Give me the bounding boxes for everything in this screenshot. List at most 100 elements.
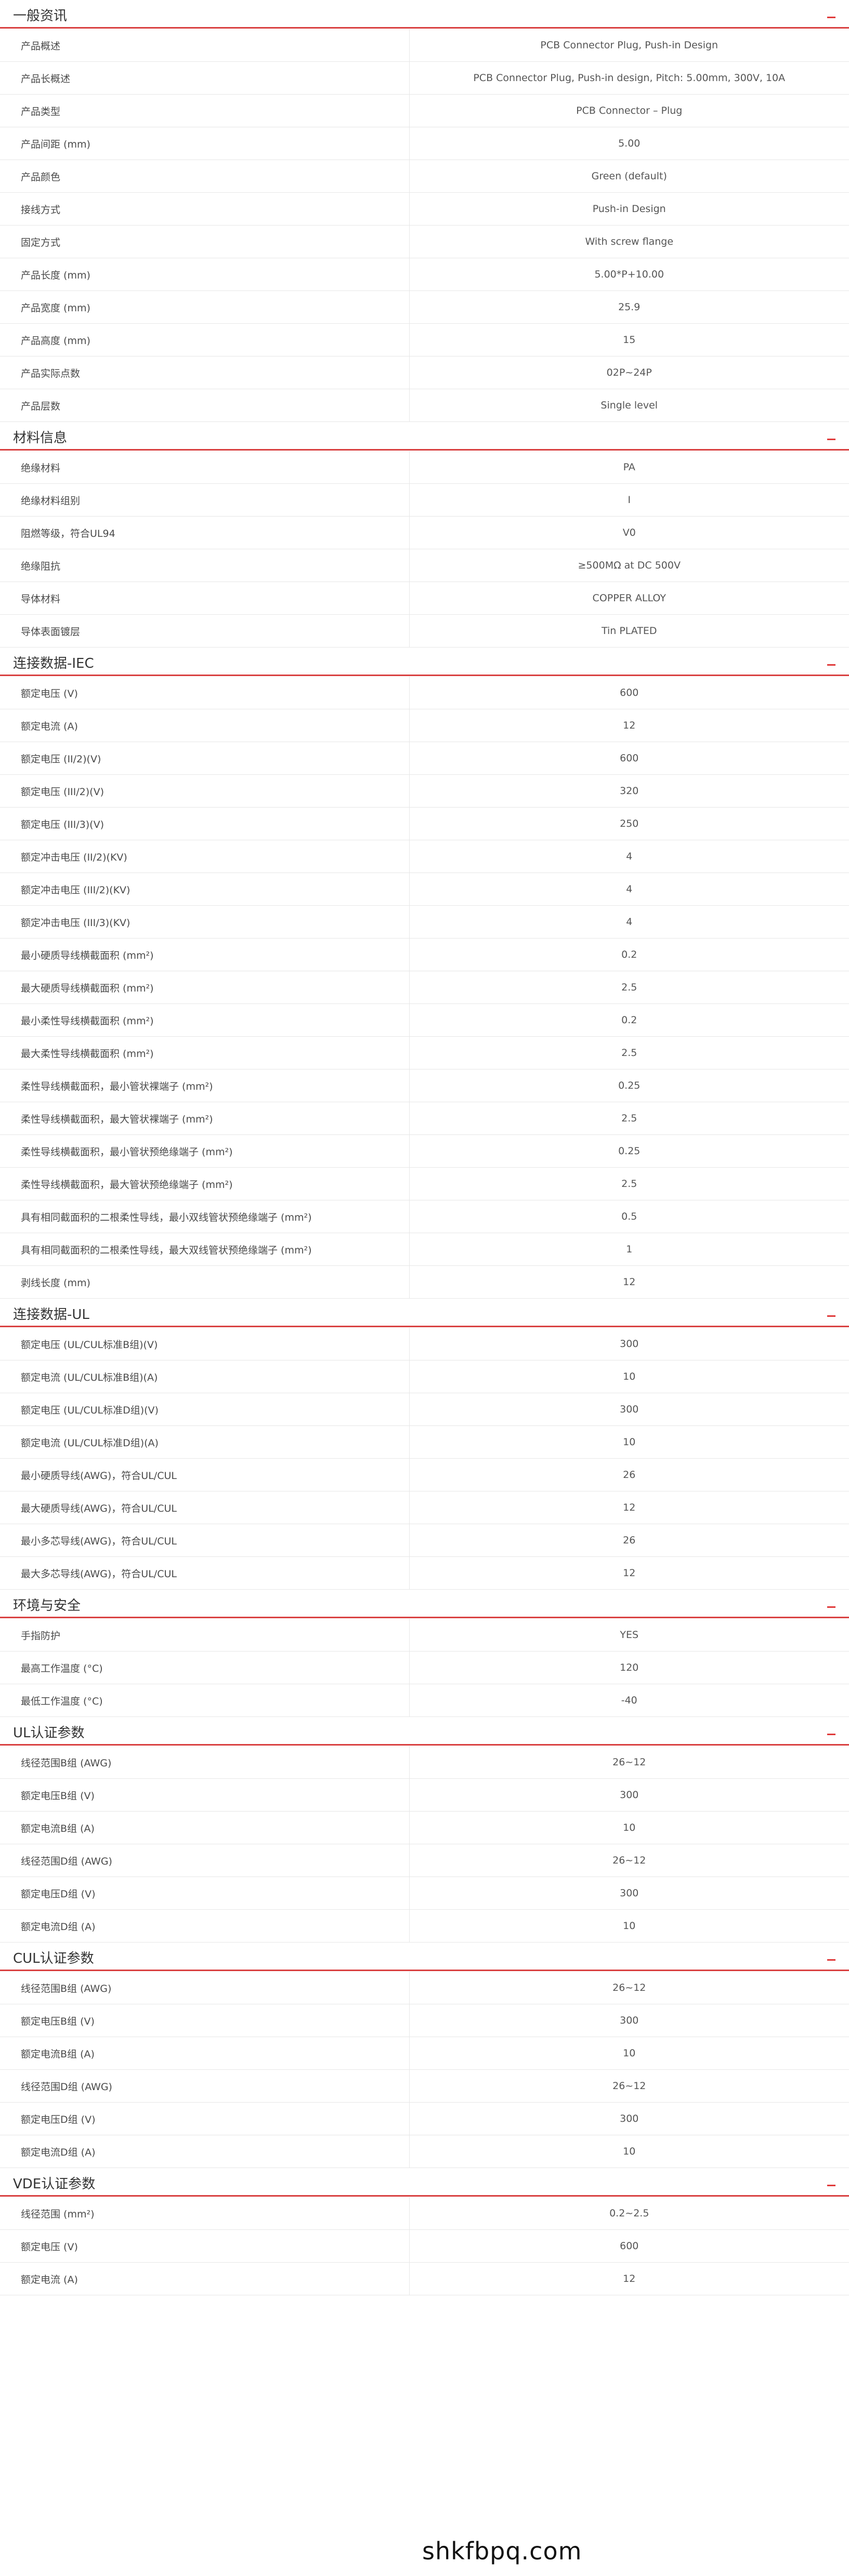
spec-label: 额定电压 (UL/CUL标准D组)(V)	[0, 1393, 410, 1426]
spec-value: PCB Connector Plug, Push-in Design	[409, 29, 849, 62]
spec-value: V0	[409, 516, 849, 549]
spec-label: 柔性导线横截面积，最小管状裸端子 (mm²)	[0, 1069, 410, 1102]
table-row: 线径范围D组 (AWG) 26~12	[0, 1844, 849, 1877]
section-header[interactable]: UL认证参数	[0, 1717, 849, 1746]
spec-label: 额定电流 (A)	[0, 709, 410, 742]
spec-label: 最大硬质导线(AWG)，符合UL/CUL	[0, 1491, 410, 1524]
section-divider	[0, 1744, 849, 1746]
spec-section: 连接数据-IEC 额定电压 (V) 600 额定电流 (A) 12 额定电压 (II/2)…	[0, 648, 849, 1299]
spec-value: Push-in Design	[409, 192, 849, 226]
collapse-icon[interactable]	[827, 1959, 835, 1961]
spec-value: 0.2~2.5	[409, 2197, 849, 2230]
table-row: 剥线长度 (mm) 12	[0, 1265, 849, 1299]
table-row: 额定电压D组 (V) 300	[0, 2102, 849, 2135]
spec-label: 最大柔性导线横截面积 (mm²)	[0, 1036, 410, 1069]
spec-page: 一般资讯 产品概述 PCB Connector Plug, Push-in Desi…	[0, 0, 849, 2295]
table-row: 产品类型 PCB Connector – Plug	[0, 94, 849, 127]
spec-value: 300	[409, 1778, 849, 1812]
spec-value: 12	[409, 1265, 849, 1299]
spec-label: 额定冲击电压 (III/3)(KV)	[0, 905, 410, 939]
section-header[interactable]: 连接数据-UL	[0, 1299, 849, 1328]
table-row: 额定电流 (A) 12	[0, 709, 849, 742]
spec-label: 额定电流B组 (A)	[0, 2037, 410, 2070]
table-row: 产品高度 (mm) 15	[0, 323, 849, 356]
spec-section: 连接数据-UL 额定电压 (UL/CUL标准B组)(V) 300 额定电流 (UL/C…	[0, 1299, 849, 1590]
spec-value: 4	[409, 873, 849, 906]
spec-value: 10	[409, 1425, 849, 1459]
spec-label: 导体材料	[0, 582, 410, 615]
spec-table: 手指防护 YES 最高工作温度 (°C) 120 最低工作温度 (°C) -40	[0, 1619, 849, 1717]
table-row: 线径范围B组 (AWG) 26~12	[0, 1746, 849, 1779]
spec-label: 柔性导线横截面积，最小管状预绝缘端子 (mm²)	[0, 1134, 410, 1168]
section-header[interactable]: CUL认证参数	[0, 1943, 849, 1972]
spec-section: 一般资讯 产品概述 PCB Connector Plug, Push-in Desi…	[0, 0, 849, 422]
section-header[interactable]: 连接数据-IEC	[0, 648, 849, 677]
spec-value: 250	[409, 807, 849, 840]
table-row: 额定电压 (II/2)(V) 600	[0, 742, 849, 775]
spec-section: 环境与安全 手指防护 YES 最高工作温度 (°C) 120 最低工作温度 (°C) -40	[0, 1590, 849, 1717]
spec-value: 10	[409, 1360, 849, 1393]
spec-label: 产品长概述	[0, 61, 410, 95]
spec-value: 120	[409, 1651, 849, 1684]
collapse-icon[interactable]	[827, 2185, 835, 2186]
collapse-icon[interactable]	[827, 1734, 835, 1735]
site-watermark: shkfbpq.com	[422, 2537, 582, 2565]
table-row: 额定电压 (V) 600	[0, 2229, 849, 2263]
table-row: 阻燃等级，符合UL94 V0	[0, 516, 849, 549]
spec-value: 26~12	[409, 1746, 849, 1779]
table-row: 接线方式 Push-in Design	[0, 192, 849, 226]
collapse-icon[interactable]	[827, 1315, 835, 1317]
spec-value: 26~12	[409, 1972, 849, 2004]
spec-label: 额定电压B组 (V)	[0, 1778, 410, 1812]
spec-label: 绝缘材料	[0, 451, 410, 484]
table-row: 额定电压D组 (V) 300	[0, 1877, 849, 1910]
section-header[interactable]: VDE认证参数	[0, 2168, 849, 2197]
table-row: 最小柔性导线横截面积 (mm²) 0.2	[0, 1003, 849, 1037]
table-row: 固定方式 With screw flange	[0, 225, 849, 258]
table-row: 额定冲击电压 (II/2)(KV) 4	[0, 840, 849, 873]
collapse-icon[interactable]	[827, 664, 835, 666]
spec-value: 5.00*P+10.00	[409, 258, 849, 291]
spec-table: 线径范围B组 (AWG) 26~12 额定电压B组 (V) 300 额定电流B组 (A)…	[0, 1972, 849, 2168]
collapse-icon[interactable]	[827, 17, 835, 18]
collapse-icon[interactable]	[827, 1606, 835, 1608]
table-row: 最高工作温度 (°C) 120	[0, 1651, 849, 1684]
table-row: 最大柔性导线横截面积 (mm²) 2.5	[0, 1036, 849, 1069]
section-header[interactable]: 材料信息	[0, 422, 849, 451]
spec-table: 额定电压 (V) 600 额定电流 (A) 12 额定电压 (II/2)(V) 600 额定…	[0, 677, 849, 1299]
spec-value: 26	[409, 1458, 849, 1491]
spec-label: 产品类型	[0, 94, 410, 127]
spec-value: I	[409, 483, 849, 517]
spec-label: 产品高度 (mm)	[0, 323, 410, 356]
table-row: 额定电压 (UL/CUL标准D组)(V) 300	[0, 1393, 849, 1426]
spec-value: 10	[409, 2037, 849, 2070]
table-row: 绝缘材料组别 I	[0, 483, 849, 517]
spec-label: 绝缘材料组别	[0, 483, 410, 517]
spec-label: 最高工作温度 (°C)	[0, 1651, 410, 1684]
spec-label: 最大硬质导线横截面积 (mm²)	[0, 971, 410, 1004]
table-row: 额定电压 (UL/CUL标准B组)(V) 300	[0, 1328, 849, 1360]
table-row: 额定电压B组 (V) 300	[0, 1778, 849, 1812]
section-title: UL认证参数	[13, 1725, 85, 1741]
spec-table: 线径范围 (mm²) 0.2~2.5 额定电压 (V) 600 额定电流 (A) 12	[0, 2197, 849, 2295]
table-row: 导体表面镀层 Tin PLATED	[0, 614, 849, 648]
spec-value: 300	[409, 1328, 849, 1360]
spec-value: 12	[409, 1491, 849, 1524]
spec-value: 300	[409, 2004, 849, 2037]
spec-value: 26	[409, 1524, 849, 1557]
table-row: 最低工作温度 (°C) -40	[0, 1684, 849, 1717]
spec-value: 600	[409, 677, 849, 709]
section-title: 材料信息	[13, 430, 68, 446]
spec-value: 5.00	[409, 127, 849, 160]
spec-section: 材料信息 绝缘材料 PA 绝缘材料组别 I 阻燃等级，符合UL94 V0 绝缘阻抗 ≥500MΩ…	[0, 422, 849, 648]
spec-label: 额定电压D组 (V)	[0, 1877, 410, 1910]
spec-value: 15	[409, 323, 849, 356]
table-row: 产品实际点数 02P~24P	[0, 356, 849, 389]
section-header[interactable]: 环境与安全	[0, 1590, 849, 1619]
spec-section: CUL认证参数 线径范围B组 (AWG) 26~12 额定电压B组 (V) 300 额定电…	[0, 1943, 849, 2168]
spec-value: 300	[409, 1877, 849, 1910]
spec-label: 额定电流B组 (A)	[0, 1811, 410, 1844]
section-header[interactable]: 一般资讯	[0, 0, 849, 29]
collapse-icon[interactable]	[827, 439, 835, 440]
table-row: 柔性导线横截面积，最小管状裸端子 (mm²) 0.25	[0, 1069, 849, 1102]
